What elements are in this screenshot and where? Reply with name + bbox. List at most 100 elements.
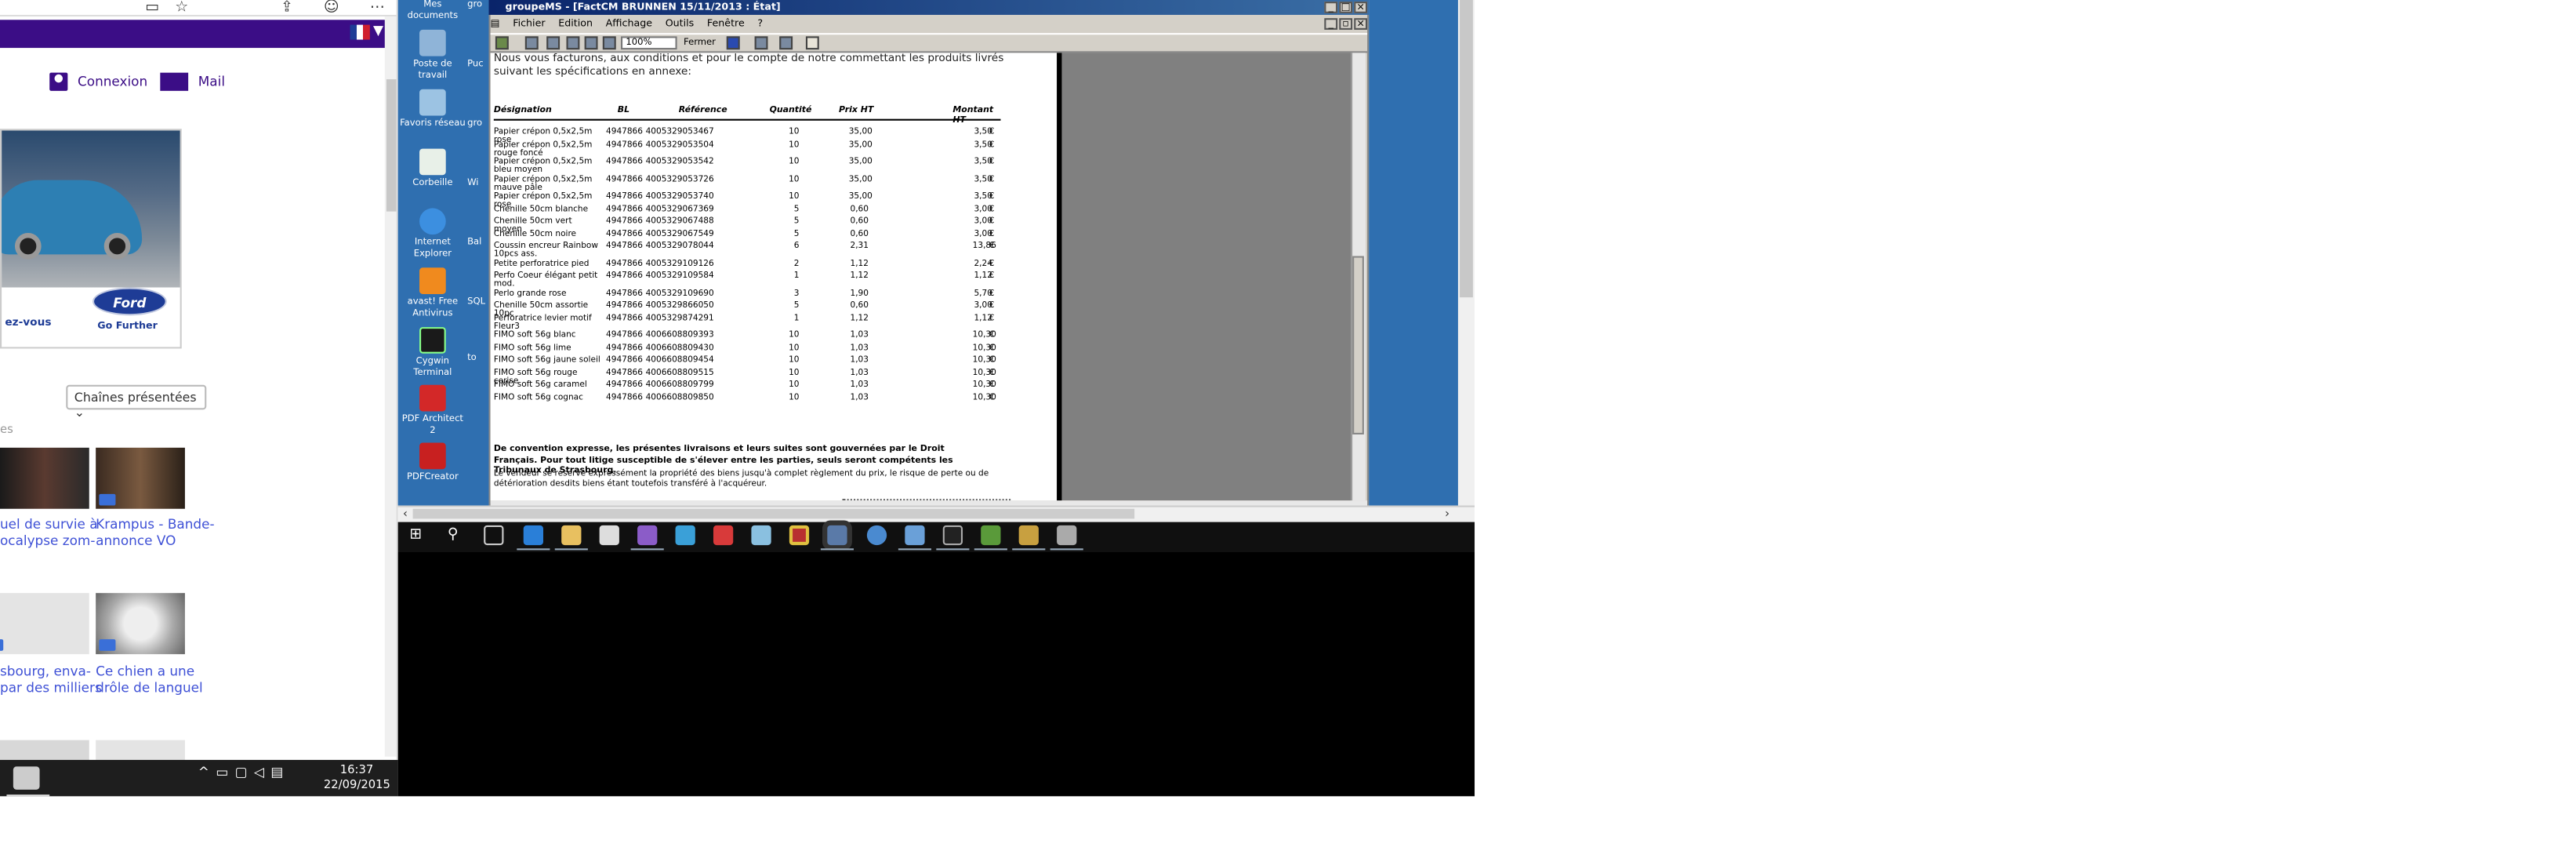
help-icon[interactable] <box>805 36 819 50</box>
notifications-icon[interactable]: ▤ <box>270 765 289 780</box>
reading-view-icon[interactable]: ▭ <box>145 0 159 16</box>
battery-icon[interactable]: ▭ <box>216 765 234 780</box>
video-thumbnail[interactable] <box>96 740 185 760</box>
search-icon[interactable]: ⚲ <box>448 525 467 545</box>
mail-link[interactable]: Mail <box>160 72 225 91</box>
app-icon[interactable] <box>905 525 925 546</box>
cell-currency: € <box>989 288 995 299</box>
maximize-button[interactable]: □ <box>1339 2 1353 13</box>
scroll-left-icon[interactable]: ‹ <box>403 507 408 521</box>
terminal-icon[interactable] <box>942 525 963 546</box>
network-icon[interactable]: ▢ <box>235 765 254 780</box>
close-preview-button[interactable]: Fermer <box>684 36 716 49</box>
chevron-down-icon[interactable]: ▼ <box>373 23 383 38</box>
multi-pages-icon[interactable] <box>602 36 616 50</box>
app-icon[interactable] <box>675 525 695 546</box>
app-icon[interactable] <box>981 525 1001 546</box>
visual-studio-icon[interactable] <box>637 525 658 546</box>
video-thumbnail[interactable] <box>96 447 185 509</box>
file-explorer-icon[interactable] <box>561 525 582 546</box>
desktop-label-partial[interactable]: to <box>467 354 477 364</box>
tray-chevron-icon[interactable]: ^ <box>198 765 216 780</box>
taskbar-clock[interactable]: 16:37 22/09/2015 <box>324 763 390 793</box>
task-view-icon[interactable] <box>484 525 504 546</box>
desktop-label-partial[interactable]: gro <box>467 0 482 10</box>
store-icon[interactable] <box>599 525 619 546</box>
cell-bl: 4947866 <box>606 288 643 299</box>
desktop-label-partial[interactable]: Puc <box>467 60 484 70</box>
globe-icon[interactable] <box>866 525 887 546</box>
feedback-icon[interactable]: ☺ <box>324 0 339 16</box>
cell-quantity: 2 <box>793 258 800 269</box>
desktop-icon-cygwin[interactable]: Cygwin Terminal <box>398 327 467 378</box>
desktop-icon-avast[interactable]: avast! Free Antivirus <box>398 267 467 318</box>
video-thumbnail[interactable] <box>96 593 185 655</box>
new-object-icon[interactable] <box>779 36 793 50</box>
menu-file[interactable]: Fichier <box>513 18 545 30</box>
print-icon[interactable] <box>524 36 539 50</box>
desktop-icon-pdfcreator[interactable]: PDFCreator <box>398 442 467 484</box>
desktop-icon-network[interactable]: Favoris réseau <box>398 89 467 130</box>
cell-quantity: 10 <box>789 380 800 391</box>
favorite-star-icon[interactable]: ☆ <box>175 0 188 16</box>
export-word-icon[interactable] <box>726 36 740 50</box>
menu-view[interactable]: Affichage <box>606 18 652 30</box>
app-icon[interactable] <box>713 525 734 546</box>
system-tray[interactable]: ^▭▢◁▤ <box>198 765 290 780</box>
outer-scrollbar-thumb[interactable] <box>1460 0 1473 298</box>
preview-scrollbar-thumb[interactable] <box>1352 256 1364 434</box>
app-icon-active[interactable] <box>827 525 847 546</box>
channels-dropdown[interactable]: Chaînes présentées ⌄ <box>66 384 207 420</box>
menu-edit[interactable]: Edition <box>558 18 593 30</box>
cell-bl: 4947866 <box>606 258 643 269</box>
volume-icon[interactable]: ◁ <box>254 765 270 780</box>
app-menu-icon[interactable]: ▤ <box>491 18 500 30</box>
desktop-label-partial[interactable]: Wi <box>467 178 478 188</box>
menu-window[interactable]: Fenêtre <box>707 18 745 30</box>
app-icon[interactable] <box>1057 525 1077 546</box>
desktop-icon-my-computer[interactable]: Poste de travail <box>398 29 467 81</box>
desktop-icon-pdf-architect[interactable]: PDF Architect 2 <box>398 384 467 436</box>
desktop-icon-ie[interactable]: Internet Explorer <box>398 208 467 259</box>
desktop-label[interactable]: Mes documents <box>398 0 467 21</box>
flag-fr-icon[interactable] <box>350 24 370 40</box>
design-view-icon[interactable] <box>495 36 509 50</box>
database-window-icon[interactable] <box>754 36 768 50</box>
cell-bl: 4947866 <box>606 139 643 150</box>
video-thumbnail[interactable] <box>0 447 89 509</box>
video-caption[interactable]: Ce chien a une drôle de languel <box>96 664 211 696</box>
video-thumbnail[interactable] <box>0 593 89 655</box>
zoom-icon[interactable] <box>546 36 561 50</box>
login-link[interactable]: Connexion <box>49 72 147 91</box>
desktop-label-partial[interactable]: Bal <box>467 238 481 248</box>
menu-help[interactable]: ? <box>757 18 763 30</box>
close-button[interactable]: × <box>1354 2 1368 13</box>
menu-tools[interactable]: Outils <box>666 18 695 30</box>
two-pages-icon[interactable] <box>584 36 598 50</box>
report-preview[interactable]: Nous vous facturons, aux conditions et p… <box>490 53 1058 501</box>
access-icon[interactable] <box>789 525 810 546</box>
minimize-button[interactable]: _ <box>1324 2 1338 13</box>
scroll-right-icon[interactable]: › <box>1445 507 1449 521</box>
advertisement[interactable]: ez-vous Ford Go Further <box>0 129 182 349</box>
start-icon[interactable]: ⊞ <box>409 525 429 545</box>
cell-currency: € <box>989 367 995 378</box>
taskbar-app-icon[interactable] <box>13 766 40 790</box>
more-icon[interactable]: ⋯ <box>370 0 385 16</box>
desktop-icon-recycle-bin[interactable]: Corbeille <box>398 148 467 190</box>
outer-horizontal-thumb[interactable] <box>412 508 1135 519</box>
edge-icon[interactable] <box>523 525 544 546</box>
zoom-select[interactable]: 100% <box>621 36 677 50</box>
desktop-label-partial[interactable]: SQL <box>467 297 485 307</box>
video-thumbnail[interactable] <box>0 740 89 760</box>
tools-icon[interactable] <box>1018 525 1039 546</box>
share-icon[interactable]: ⇪ <box>281 0 293 16</box>
cell-quantity: 10 <box>789 367 800 378</box>
app-icon[interactable] <box>751 525 771 546</box>
cell-designation: Perfo Coeur élégant petit mod. <box>493 271 598 290</box>
video-caption[interactable]: Krampus - Bande- annonce VO <box>96 517 214 548</box>
cell-quantity: 10 <box>789 354 800 365</box>
one-page-icon[interactable] <box>566 36 580 50</box>
desktop-label-partial[interactable]: gro <box>467 119 482 129</box>
browser-scrollbar-thumb[interactable] <box>386 79 397 212</box>
